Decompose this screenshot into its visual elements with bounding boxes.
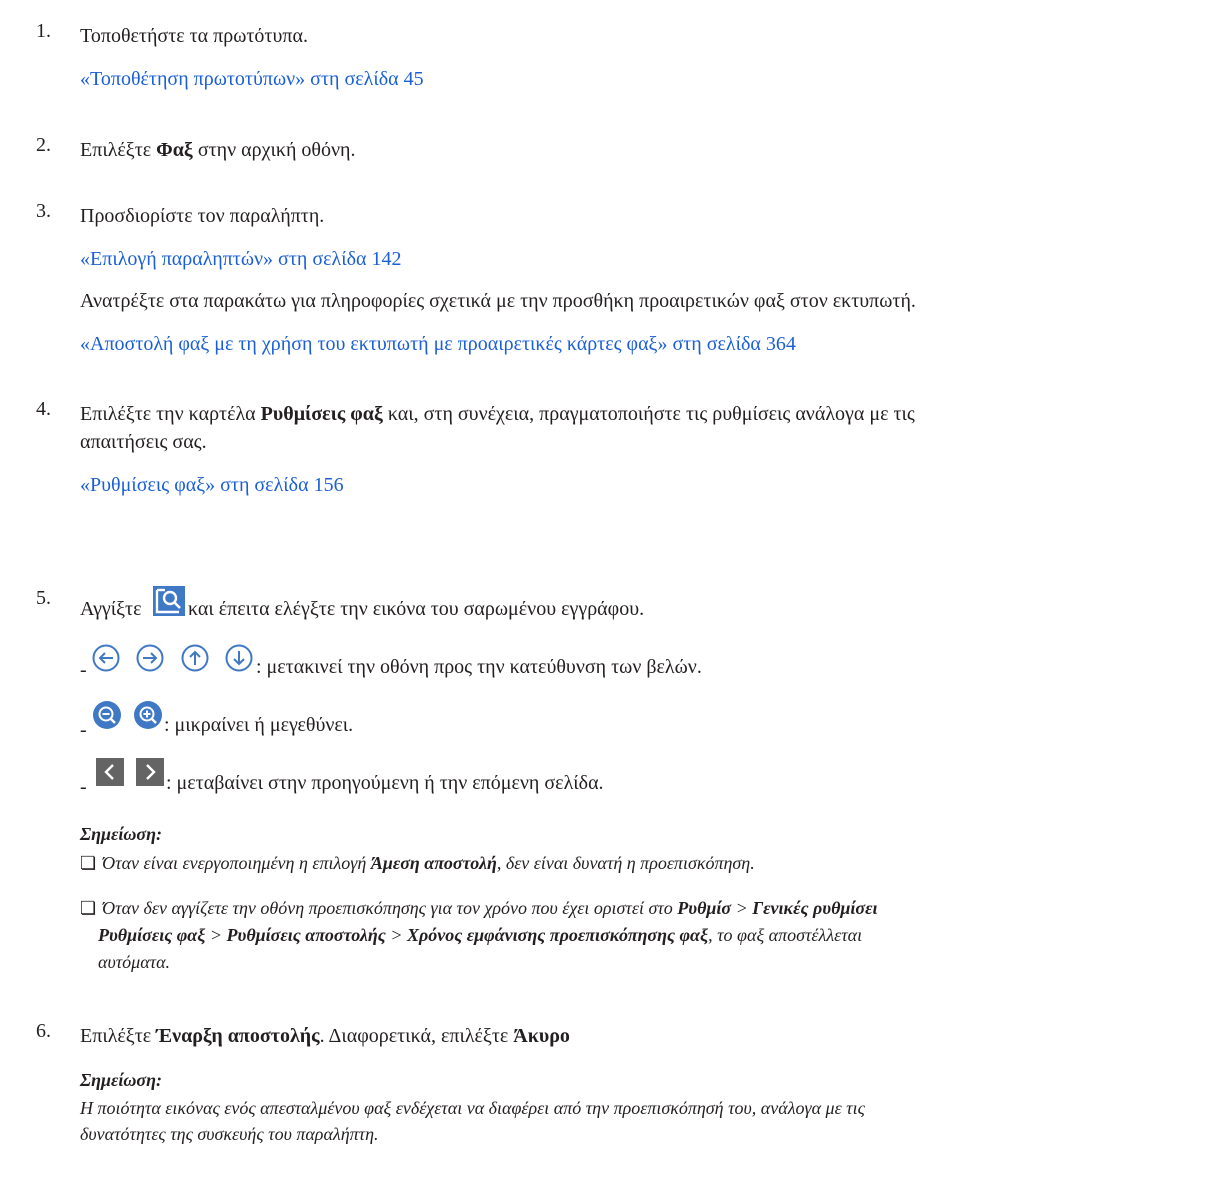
bullet-dash: - [80,659,87,681]
step-text: Επιλέξτε Φαξ στην αρχική οθόνη. [80,139,356,161]
arrow-left-circle-icon [92,644,120,672]
bullet-text: : μετακινεί την οθόνη προς την κατεύθυνσ… [256,656,702,678]
step-number: 2. [36,134,51,156]
bullet-text: : μεταβαίνει στην προηγούμενη ή την επόμ… [166,772,604,794]
arrow-right-circle-icon [136,644,164,672]
step-number: 6. [36,1020,51,1042]
arrow-up-circle-icon [181,644,209,672]
page-link[interactable]: «Αποστολή φαξ με τη χρήση του εκτυπωτή μ… [80,333,796,356]
note-text: Η ποιότητα εικόνας ενός απεσταλμένου φαξ… [80,1098,865,1118]
note-text: δυνατότητες της συσκευής του παραλήπτη. [80,1124,379,1144]
zoom-out-icon [93,701,121,729]
step-text: Αγγίξτε [80,598,142,620]
prev-page-icon [96,758,124,786]
step-number: 1. [36,20,51,42]
step-text: και έπειτα ελέγξτε την εικόνα του σαρωμέ… [188,598,645,620]
bullet-dash: - [80,776,87,798]
step-text: Επιλέξτε Έναρξη αποστολής. Διαφορετικά, … [80,1025,570,1047]
page-link[interactable]: «Επιλογή παραληπτών» στη σελίδα 142 [80,248,401,271]
note-item: ❏ Όταν είναι ενεργοποιημένη η επιλογή Άμε… [80,853,755,874]
step-text: Προσδιορίστε τον παραλήπτη. [80,205,325,227]
step-number: 3. [36,200,51,222]
step-text: Τοποθετήστε τα πρωτότυπα. [80,25,308,47]
preview-zoom-icon [153,586,185,616]
step-text: Επιλέξτε την καρτέλα Ρυθμίσεις φαξ και, … [80,403,915,425]
next-page-icon [136,758,164,786]
page-link[interactable]: «Τοποθέτηση πρωτοτύπων» στη σελίδα 45 [80,68,424,91]
step-number: 5. [36,587,51,609]
note-heading: Σημείωση: [80,824,163,844]
step-text-cont: απαιτήσεις σας. [80,431,207,453]
note-heading: Σημείωση: [80,1070,163,1090]
note-item-cont: αυτόματα. [98,952,171,972]
bullet-dash: - [80,719,87,741]
step-number: 4. [36,398,51,420]
note-item: ❏ Όταν δεν αγγίζετε την οθόνη προεπισκόπη… [80,898,878,919]
note-item-cont: Ρυθμίσεις φαξ > Ρυθμίσεις αποστολής > Χρ… [98,925,863,945]
arrow-down-circle-icon [225,644,253,672]
zoom-in-icon [134,701,162,729]
page-link[interactable]: «Ρυθμίσεις φαξ» στη σελίδα 156 [80,474,344,497]
step-extra-text: Ανατρέξτε στα παρακάτω για πληροφορίες σ… [80,290,916,312]
bullet-text: : μικραίνει ή μεγεθύνει. [164,714,354,736]
